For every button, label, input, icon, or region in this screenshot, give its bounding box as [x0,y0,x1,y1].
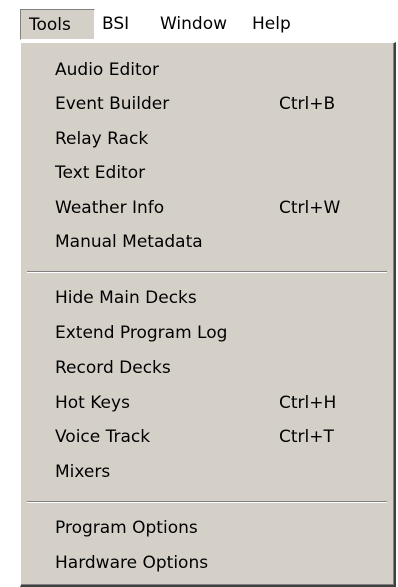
menu-item-label: Mixers [55,462,111,482]
menu-separator [27,501,387,503]
menu-item-hot-keys[interactable]: Hot Keys Ctrl+H [21,386,393,420]
menu-item-label: Text Editor [55,163,146,183]
menu-item-event-builder[interactable]: Event Builder Ctrl+B [21,87,393,121]
menu-item-label: Audio Editor [55,60,160,80]
menu-item-mixers[interactable]: Mixers [21,455,393,489]
shortcut-label: Ctrl+B [279,94,336,114]
menu-item-program-options[interactable]: Program Options [21,511,393,545]
menu-item-relay-rack[interactable]: Relay Rack [21,122,393,156]
menu-item-extend-program-log[interactable]: Extend Program Log [21,316,393,350]
menu-item-label: Manual Metadata [55,232,203,252]
shortcut-label: Ctrl+T [279,427,334,447]
menu-item-text-editor[interactable]: Text Editor [21,156,393,190]
menu-help[interactable]: Help [252,9,291,40]
menu-item-label: Extend Program Log [55,323,228,343]
menu-item-record-decks[interactable]: Record Decks [21,351,393,385]
menu-item-label: Hot Keys [55,393,130,413]
menu-item-label: Relay Rack [55,129,149,149]
menu-bsi[interactable]: BSI [102,9,129,40]
menu-item-weather-info[interactable]: Weather Info Ctrl+W [21,191,393,225]
shortcut-label: Ctrl+H [279,393,337,413]
menu-tools[interactable]: Tools [20,9,95,40]
menu-item-label: Record Decks [55,358,171,378]
menu-item-manual-metadata[interactable]: Manual Metadata [21,225,393,259]
menu-item-label: Hardware Options [55,553,209,573]
menu-item-voice-track[interactable]: Voice Track Ctrl+T [21,420,393,454]
menu-item-label: Program Options [55,518,198,538]
menu-item-audio-editor[interactable]: Audio Editor [21,53,393,87]
menu-item-label: Event Builder [55,94,170,114]
menu-item-hardware-options[interactable]: Hardware Options [21,546,393,580]
shortcut-label: Ctrl+W [279,198,341,218]
menu-item-hide-main-decks[interactable]: Hide Main Decks [21,281,393,315]
menu-window[interactable]: Window [160,9,227,40]
menu-separator [27,271,387,273]
menu-item-label: Weather Info [55,198,165,218]
menu-item-label: Hide Main Decks [55,288,197,308]
menu-item-label: Voice Track [55,427,151,447]
menu-bar: Tools BSI Window Help [0,0,398,46]
tools-dropdown-menu: Audio Editor Event Builder Ctrl+B Relay … [20,42,396,587]
